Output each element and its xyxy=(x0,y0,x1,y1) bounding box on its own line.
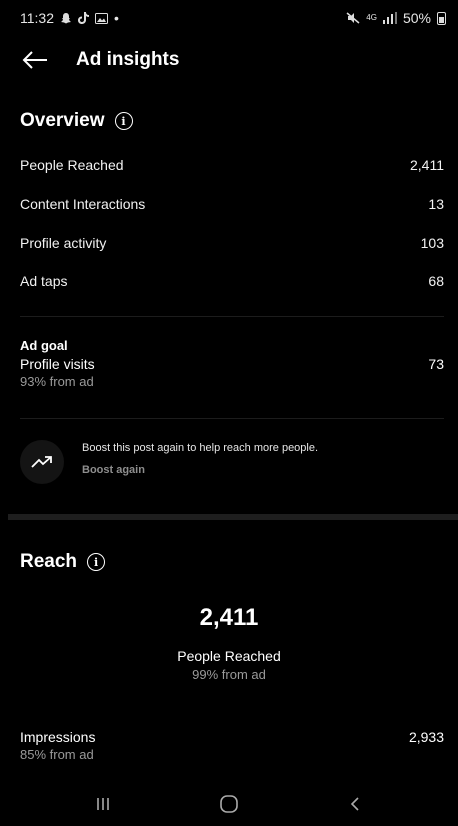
impressions-label: Impressions xyxy=(20,729,96,745)
header: Ad insights xyxy=(0,40,458,80)
status-right: 4G 50% xyxy=(346,10,446,26)
boost-again-button[interactable]: Boost again xyxy=(82,464,318,476)
status-left: 11:32 • xyxy=(20,10,119,26)
battery-percent: 50% xyxy=(402,10,431,26)
gallery-icon xyxy=(95,12,108,24)
divider xyxy=(20,316,444,317)
battery-icon xyxy=(437,11,446,25)
ad-goal-block: Ad goal Profile visits 73 93% from ad xyxy=(20,338,444,389)
impressions-value: 2,933 xyxy=(408,729,444,745)
ad-goal-value: 73 xyxy=(428,356,444,372)
ad-goal-sub: 93% from ad xyxy=(20,374,94,389)
ad-goal-label: Ad goal xyxy=(20,338,68,353)
impressions-sub: 85% from ad xyxy=(20,747,94,762)
metric-label: Ad taps xyxy=(20,273,68,289)
reach-info-icon[interactable]: i xyxy=(87,553,106,571)
reach-section-title: Reach i xyxy=(20,551,106,573)
overview-info-icon[interactable]: i xyxy=(114,112,133,130)
reach-sub: 99% from ad xyxy=(192,667,266,682)
metric-row-profile-activity[interactable]: Profile activity 103 xyxy=(20,235,444,251)
metric-label: Profile activity xyxy=(20,235,107,251)
page-title: Ad insights xyxy=(76,49,180,70)
reach-title: Reach xyxy=(20,551,78,572)
ad-goal-metric: Profile visits xyxy=(20,356,95,372)
recent-apps-icon[interactable] xyxy=(73,789,133,819)
mute-icon xyxy=(346,12,360,24)
back-arrow-icon[interactable] xyxy=(20,45,50,75)
overview-section-title: Overview i xyxy=(20,110,133,132)
impressions-block: Impressions 2,933 85% from ad xyxy=(20,729,444,762)
metric-row-content-interactions: Content Interactions 13 xyxy=(20,196,444,212)
trending-up-icon xyxy=(20,440,64,484)
metric-row-ad-taps: Ad taps 68 xyxy=(20,273,444,289)
system-nav-bar xyxy=(0,782,458,826)
metric-row-people-reached: People Reached 2,411 xyxy=(20,157,444,173)
metric-label: Content Interactions xyxy=(20,196,146,212)
status-dot: • xyxy=(114,10,119,26)
snapchat-icon xyxy=(60,12,72,24)
status-time: 11:32 xyxy=(20,10,54,26)
boost-message: Boost this post again to help reach more… xyxy=(82,442,319,454)
metric-value: 103 xyxy=(420,235,444,251)
section-divider xyxy=(8,514,458,520)
boost-text-block: Boost this post again to help reach more… xyxy=(82,442,318,476)
network-type: 4G xyxy=(366,13,377,22)
reach-big-number: 2,411 xyxy=(199,604,259,631)
metric-label: People Reached xyxy=(20,157,124,173)
back-nav-icon[interactable] xyxy=(325,789,385,819)
status-bar: 11:32 • 4G 50% xyxy=(0,0,458,36)
impressions-row: Impressions 2,933 xyxy=(20,729,444,745)
divider xyxy=(20,418,444,419)
tiktok-icon xyxy=(78,12,89,24)
metric-value: 2,411 xyxy=(410,157,444,173)
signal-icon xyxy=(382,12,397,24)
ad-goal-row: Profile visits 73 xyxy=(20,356,444,372)
reach-label: People Reached xyxy=(177,648,281,664)
metric-value: 68 xyxy=(428,273,444,289)
home-icon[interactable] xyxy=(199,789,259,819)
boost-again-block: Boost this post again to help reach more… xyxy=(20,440,444,486)
overview-title: Overview xyxy=(20,110,105,131)
metric-value: 13 xyxy=(428,196,444,212)
